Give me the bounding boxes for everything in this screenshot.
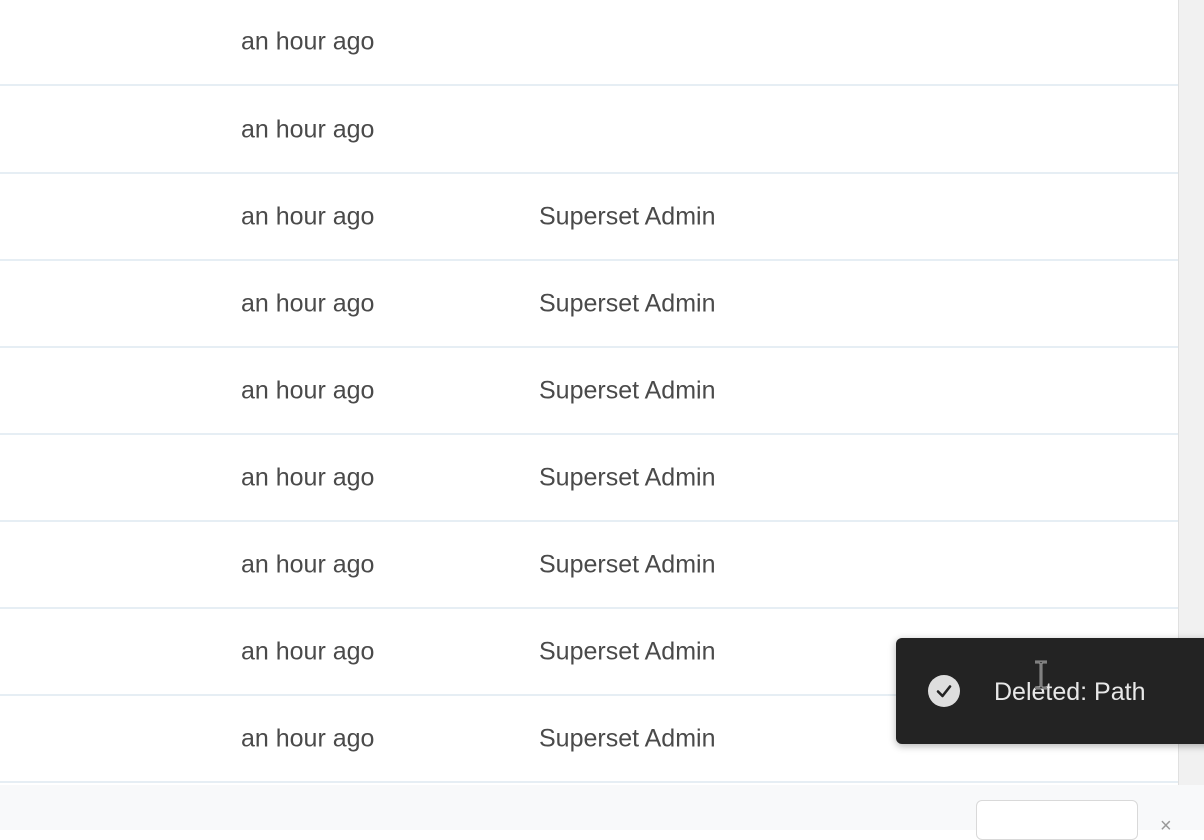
modified-cell: an hour ago: [241, 202, 375, 231]
owner-cell: Superset Admin: [539, 724, 716, 753]
close-icon[interactable]: ×: [1160, 815, 1172, 838]
modified-cell: an hour ago: [241, 376, 375, 405]
modified-cell: an hour ago: [241, 724, 375, 753]
modified-cell: an hour ago: [241, 115, 375, 144]
modified-cell: an hour ago: [241, 289, 375, 318]
check-circle-icon: [928, 675, 960, 707]
owner-cell: Superset Admin: [539, 637, 716, 666]
toast-notification: Deleted: Path: [896, 638, 1204, 744]
table-row[interactable]: an hour ago Superset Admin: [0, 349, 1178, 435]
text-cursor-icon: [1035, 660, 1047, 690]
table-row[interactable]: an hour ago: [0, 0, 1178, 86]
table-row[interactable]: an hour ago Superset Admin: [0, 523, 1178, 609]
owner-cell: Superset Admin: [539, 376, 716, 405]
owner-cell: Superset Admin: [539, 289, 716, 318]
table-row[interactable]: an hour ago Superset Admin: [0, 175, 1178, 261]
table-row[interactable]: an hour ago Superset Admin: [0, 436, 1178, 522]
modified-cell: an hour ago: [241, 550, 375, 579]
toast-message: Deleted: Path: [994, 678, 1146, 706]
owner-cell: Superset Admin: [539, 202, 716, 231]
modified-cell: an hour ago: [241, 27, 375, 56]
table-row[interactable]: an hour ago: [0, 88, 1178, 174]
owner-cell: Superset Admin: [539, 463, 716, 492]
modified-cell: an hour ago: [241, 637, 375, 666]
owner-cell: Superset Admin: [539, 550, 716, 579]
footer-button[interactable]: [976, 800, 1138, 840]
table-row[interactable]: an hour ago Superset Admin: [0, 262, 1178, 348]
modified-cell: an hour ago: [241, 463, 375, 492]
